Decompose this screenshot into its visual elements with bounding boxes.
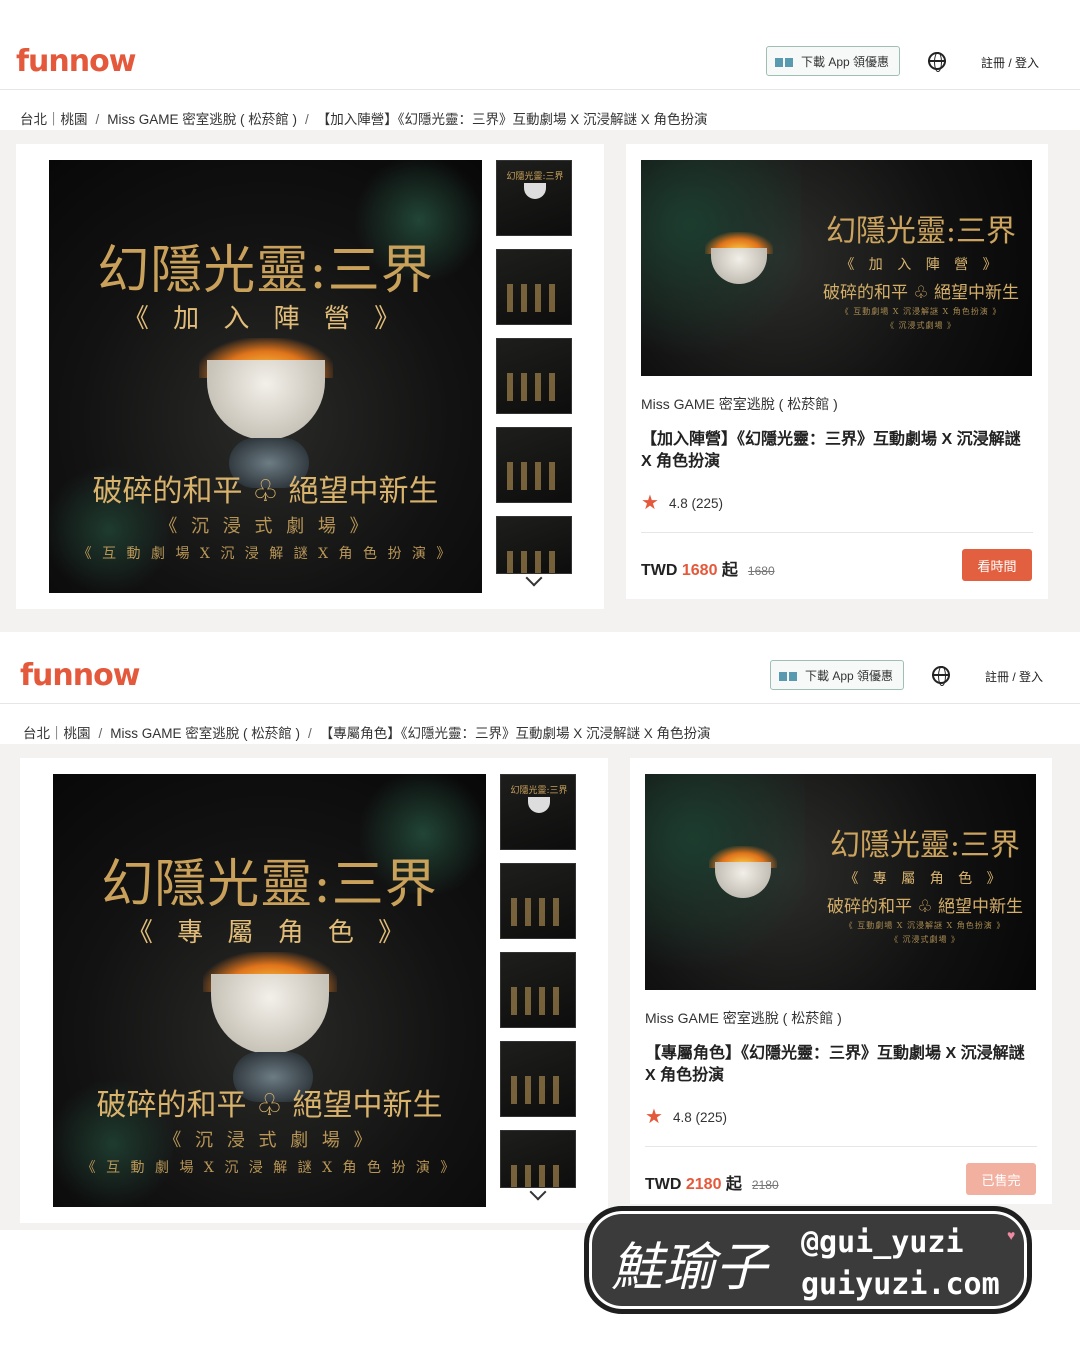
watermark-site: guiyuzi.com [801, 1267, 1000, 1302]
poster-subtitle: 《 加 入 陣 營 》 [122, 304, 409, 334]
star-icon: ★ [645, 1106, 663, 1128]
rating: ★ 4.8 (225) [641, 493, 723, 513]
poster-tagline: 破碎的和平 ♧ 絕望中新生 [92, 474, 439, 509]
poster-subtitle: 《 專 屬 角 色 》 [126, 918, 413, 948]
thumbnail-3[interactable] [496, 338, 572, 414]
thumbnail-1[interactable]: 幻隱光靈:三界 [496, 160, 572, 236]
price-amount: 2180 [685, 1176, 722, 1193]
gift-icon [779, 669, 797, 681]
download-app-label: 下載 App 領優惠 [801, 54, 890, 69]
thumbnail-2[interactable] [500, 863, 576, 939]
funnow-logo[interactable]: funnow [20, 658, 140, 693]
price-currency: TWD [641, 562, 682, 579]
main-poster-image[interactable]: 幻隱光靈:三界 《 專 屬 角 色 》 破碎的和平 ♧ 絕望中新生 《 沉 浸 … [53, 774, 486, 1207]
product-banner-image[interactable]: 幻隱光靈:三界 《 加 入 陣 營 》 破碎的和平 ♧ 絕望中新生 《 互動劇場… [641, 160, 1032, 376]
poster-genre-line: 《 互 動 劇 場 X 沉 浸 解 謎 X 角 色 扮 演 》 [77, 546, 454, 562]
banner-genre-line: 《 互動劇場 X 沉浸解謎 X 角色扮演 》 [844, 921, 1006, 930]
banner-theatre-line: 《 沉浸式劇場 》 [885, 321, 957, 330]
chalice-graphic [207, 360, 325, 440]
banner-subtitle: 《 加 入 陣 營 》 [840, 257, 1002, 273]
divider [641, 532, 1033, 533]
main-poster-image[interactable]: 幻隱光靈:三界 《 加 入 陣 營 》 破碎的和平 ♧ 絕望中新生 《 沉 浸 … [49, 160, 482, 593]
product-title: 【加入陣營】《幻隱光靈：三界》互動劇場 X 沉浸解謎 X 角色扮演 [641, 431, 1021, 470]
thumbnail-4[interactable] [496, 427, 572, 503]
thumbnail-5[interactable] [500, 1130, 576, 1188]
thumbnail-5[interactable] [496, 516, 572, 574]
price-currency: TWD [645, 1176, 686, 1193]
thumbnail-1[interactable]: 幻隱光靈:三界 [500, 774, 576, 850]
breadcrumb-venue[interactable]: Miss GAME 密室逃脫 ( 松菸館 ) [110, 726, 300, 741]
poster-tagline: 破碎的和平 ♧ 絕望中新生 [96, 1088, 443, 1123]
watermark-badge: 鮭瑜子 @gui_yuzi guiyuzi.com ♥ [584, 1206, 1032, 1314]
site-header: funnow 下載 App 領優惠 註冊 / 登入 [0, 18, 1080, 90]
watermark-signature: 鮭瑜子 [611, 1238, 768, 1298]
original-price: 2180 [751, 1178, 779, 1192]
poster-title: 幻隱光靈:三界 [101, 855, 438, 915]
banner-subtitle: 《 專 屬 角 色 》 [844, 871, 1006, 887]
product-info-card: 幻隱光靈:三界 《 加 入 陣 營 》 破碎的和平 ♧ 絕望中新生 《 互動劇場… [626, 144, 1048, 599]
breadcrumb-product: 【專屬角色】《幻隱光靈：三界》互動劇場 X 沉浸解謎 X 角色扮演 [319, 726, 711, 741]
check-times-button[interactable]: 看時間 [962, 549, 1032, 581]
breadcrumb-city[interactable]: 台北｜桃園 [20, 112, 88, 127]
rating-value: 4.8 (225) [672, 1109, 727, 1125]
breadcrumb-venue[interactable]: Miss GAME 密室逃脫 ( 松菸館 ) [107, 112, 297, 127]
funnow-logo[interactable]: funnow [16, 44, 136, 79]
site-header: funnow 下載 App 領優惠 註冊 / 登入 [0, 632, 1080, 704]
login-link[interactable]: 註冊 / 登入 [981, 54, 1039, 71]
thumb-title: 幻隱光靈:三界 [506, 172, 564, 182]
banner-title: 幻隱光靈:三界 [825, 214, 1017, 249]
poster-title: 幻隱光靈:三界 [97, 241, 434, 301]
thumb-title: 幻隱光靈:三界 [510, 786, 568, 796]
gallery-card: 幻隱光靈:三界 《 專 屬 角 色 》 破碎的和平 ♧ 絕望中新生 《 沉 浸 … [20, 758, 608, 1223]
price: TWD 2180 起 2180 [645, 1170, 779, 1194]
banner-theatre-line: 《 沉浸式劇場 》 [889, 935, 961, 944]
price-suffix: 起 [717, 562, 738, 579]
product-banner-image[interactable]: 幻隱光靈:三界 《 專 屬 角 色 》 破碎的和平 ♧ 絕望中新生 《 互動劇場… [645, 774, 1036, 990]
price-amount: 1680 [681, 562, 718, 579]
star-icon: ★ [641, 492, 659, 514]
original-price: 1680 [747, 564, 775, 578]
thumbnail-4[interactable] [500, 1041, 576, 1117]
login-link[interactable]: 註冊 / 登入 [985, 668, 1043, 685]
price-suffix: 起 [721, 1176, 742, 1193]
chalice-graphic [211, 974, 329, 1054]
rating: ★ 4.8 (225) [645, 1107, 727, 1127]
breadcrumb-city[interactable]: 台北｜桃園 [23, 726, 91, 741]
breadcrumb: 台北｜桃園 / Miss GAME 密室逃脫 ( 松菸館 ) / 【專屬角色】《幻隱光靈… [23, 726, 711, 741]
content-area: 幻隱光靈:三界 《 專 屬 角 色 》 破碎的和平 ♧ 絕望中新生 《 沉 浸 … [0, 744, 1080, 1246]
thumbnail-2[interactable] [496, 249, 572, 325]
download-app-button[interactable]: 下載 App 領優惠 [770, 660, 904, 690]
rating-value: 4.8 (225) [668, 495, 723, 511]
poster-theatre-line: 《 沉 浸 式 劇 場 》 [163, 1130, 376, 1151]
poster-genre-line: 《 互 動 劇 場 X 沉 浸 解 謎 X 角 色 扮 演 》 [81, 1160, 458, 1176]
content-area: 幻隱光靈:三界 《 加 入 陣 營 》 破碎的和平 ♧ 絕望中新生 《 沉 浸 … [0, 130, 1080, 632]
thumbnail-3[interactable] [500, 952, 576, 1028]
divider [645, 1146, 1037, 1147]
gift-icon [775, 55, 793, 67]
sold-out-button: 已售完 [966, 1163, 1036, 1195]
venue-name[interactable]: Miss GAME 密室逃脫 ( 松菸館 ) [645, 1008, 842, 1028]
listing-panel-2: funnow 下載 App 領優惠 註冊 / 登入 台北｜桃園 / Miss GAM… [0, 632, 1080, 1246]
globe-icon[interactable] [928, 52, 946, 72]
heart-icon: ♥ [1007, 1227, 1016, 1243]
venue-name[interactable]: Miss GAME 密室逃脫 ( 松菸館 ) [641, 394, 838, 414]
breadcrumb-product: 【加入陣營】《幻隱光靈：三界》互動劇場 X 沉浸解謎 X 角色扮演 [316, 112, 708, 127]
watermark-handle: @gui_yuzi [801, 1225, 964, 1260]
poster-theatre-line: 《 沉 浸 式 劇 場 》 [159, 516, 372, 537]
banner-genre-line: 《 互動劇場 X 沉浸解謎 X 角色扮演 》 [840, 307, 1002, 316]
product-title: 【專屬角色】《幻隱光靈：三界》互動劇場 X 沉浸解謎 X 角色扮演 [645, 1045, 1025, 1084]
download-app-button[interactable]: 下載 App 領優惠 [766, 46, 900, 76]
product-info-card: 幻隱光靈:三界 《 專 屬 角 色 》 破碎的和平 ♧ 絕望中新生 《 互動劇場… [630, 758, 1052, 1204]
banner-tagline: 破碎的和平 ♧ 絕望中新生 [826, 897, 1024, 917]
banner-tagline: 破碎的和平 ♧ 絕望中新生 [822, 283, 1020, 303]
banner-title: 幻隱光靈:三界 [829, 828, 1021, 863]
gallery-card: 幻隱光靈:三界 《 加 入 陣 營 》 破碎的和平 ♧ 絕望中新生 《 沉 浸 … [16, 144, 604, 609]
globe-icon[interactable] [932, 666, 950, 686]
download-app-label: 下載 App 領優惠 [805, 668, 894, 683]
breadcrumb: 台北｜桃園 / Miss GAME 密室逃脫 ( 松菸館 ) / 【加入陣營】《幻隱光靈… [20, 112, 708, 127]
price: TWD 1680 起 1680 [641, 556, 775, 580]
listing-panel-1: funnow 下載 App 領優惠 註冊 / 登入 台北｜桃園 / Miss GAM… [0, 18, 1080, 632]
